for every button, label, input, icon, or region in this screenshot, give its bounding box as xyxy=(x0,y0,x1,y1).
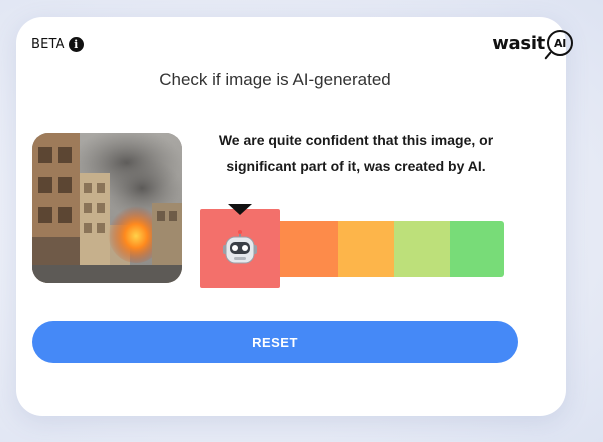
meter-pointer-icon xyxy=(228,204,252,215)
beta-label: BETA i xyxy=(31,37,84,52)
wasitai-logo[interactable]: was it AI xyxy=(492,30,573,56)
meter-segment-2 xyxy=(276,221,338,277)
info-icon[interactable]: i xyxy=(68,37,84,52)
meter-segment-5 xyxy=(450,221,504,277)
logo-badge-text: AI xyxy=(553,36,566,50)
image-illustration xyxy=(32,133,182,283)
reset-button[interactable]: RESET xyxy=(32,321,518,363)
result-message: We are quite confident that this image, … xyxy=(196,127,516,179)
beta-text: BETA xyxy=(31,37,65,52)
meter-segment-3 xyxy=(338,221,394,277)
uploaded-image-thumbnail xyxy=(32,133,182,283)
meter-segment-4 xyxy=(394,221,450,277)
meter-segment-selected xyxy=(200,209,280,288)
page-title: Check if image is AI-generated xyxy=(159,70,391,89)
robot-icon xyxy=(223,229,257,263)
logo-magnifier-badge: AI xyxy=(547,30,573,56)
result-line-1: We are quite confident that this image, … xyxy=(218,132,494,148)
result-line-2: significant part of it, was created by A… xyxy=(226,158,486,174)
logo-prefix: was xyxy=(492,32,531,54)
logo-highlight: it xyxy=(530,32,545,54)
